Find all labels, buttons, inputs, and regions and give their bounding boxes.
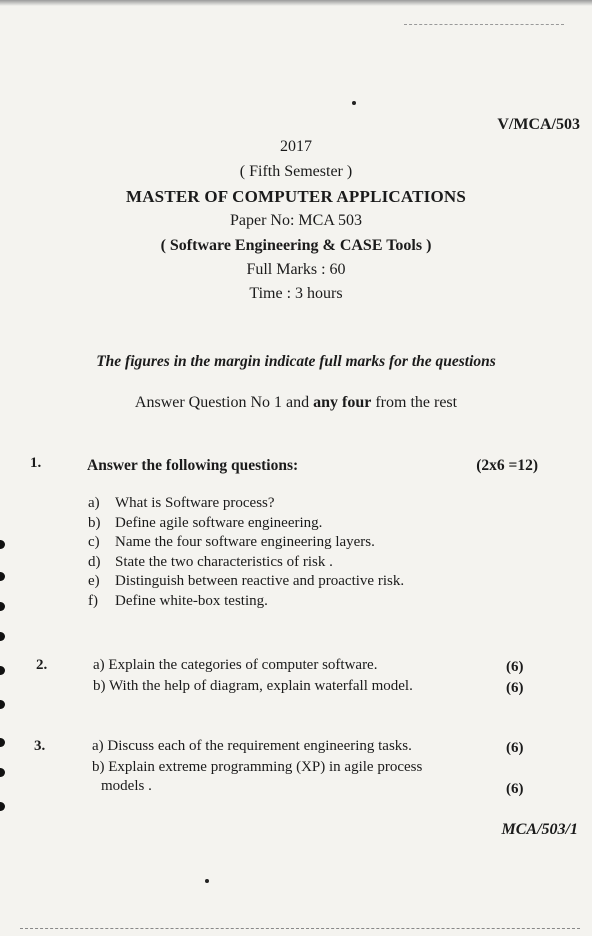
binding-hole-mark bbox=[0, 572, 5, 581]
answer-instruction: Answer Question No 1 and any four from t… bbox=[0, 394, 592, 412]
scan-speck bbox=[205, 879, 209, 883]
list-item: d) State the two characteristics of risk … bbox=[88, 553, 404, 573]
binding-hole-mark bbox=[0, 802, 5, 811]
binding-hole-mark bbox=[0, 700, 5, 709]
sub-question-label: b) bbox=[88, 514, 101, 531]
list-item: a) What is Software process? bbox=[88, 494, 404, 514]
binding-hole-mark bbox=[0, 738, 5, 747]
list-item: e) Distinguish between reactive and proac… bbox=[88, 572, 404, 592]
sub-question-text: Distinguish between reactive and proacti… bbox=[115, 573, 405, 590]
sub-question-label: c) bbox=[88, 534, 100, 551]
exam-year: 2017 bbox=[280, 138, 312, 155]
sub-question-label: d) bbox=[88, 553, 101, 570]
semester: ( Fifth Semester ) bbox=[239, 163, 353, 180]
scan-dash-line bbox=[404, 24, 564, 26]
scan-speck bbox=[352, 101, 356, 105]
answer-instruction-emphasis: any four bbox=[313, 394, 372, 411]
question-marks: (2x6 =12) bbox=[476, 457, 538, 474]
sub-question-text: a) Discuss each of the requirement engin… bbox=[92, 738, 412, 754]
time-allowed: Time : 3 hours bbox=[249, 285, 343, 302]
sub-question-marks: (6) bbox=[506, 781, 524, 797]
question-number: 1. bbox=[30, 455, 42, 471]
paper-code: V/MCA/503 bbox=[497, 116, 580, 133]
sub-question-marks: (6) bbox=[506, 740, 524, 756]
full-marks: Full Marks : 60 bbox=[246, 261, 346, 278]
sub-question-label: a) bbox=[88, 495, 100, 511]
sub-question-marks: (6) bbox=[506, 659, 524, 675]
list-item: c) Name the four software engineering lay… bbox=[88, 533, 404, 553]
binding-hole-mark bbox=[0, 768, 5, 777]
sub-question-text: Name the four software engineering layer… bbox=[115, 534, 375, 551]
subject-title: ( Software Engineering & CASE Tools ) bbox=[160, 237, 432, 254]
answer-instruction-prefix: Answer Question No 1 and bbox=[134, 394, 314, 411]
binding-hole-mark bbox=[0, 666, 5, 675]
sub-question-text: models . bbox=[101, 778, 152, 794]
binding-hole-mark bbox=[0, 540, 5, 549]
sub-question-text: What is Software process? bbox=[115, 495, 275, 511]
question-number: 2. bbox=[36, 657, 48, 673]
binding-hole-mark bbox=[0, 602, 5, 611]
program-title: MASTER OF COMPUTER APPLICATIONS bbox=[125, 187, 467, 206]
question-number: 3. bbox=[34, 738, 46, 754]
sub-question-text: b) With the help of diagram, explain wat… bbox=[93, 678, 413, 694]
margin-instruction: The figures in the margin indicate full … bbox=[96, 353, 496, 370]
sub-question-text: Define agile software engineering. bbox=[115, 514, 323, 531]
answer-instruction-suffix: from the rest bbox=[371, 394, 458, 411]
page-footer-code: MCA/503/1 bbox=[501, 821, 578, 838]
sub-question-label: e) bbox=[88, 573, 100, 590]
question-heading: Answer the following questions: bbox=[87, 457, 299, 474]
sub-question-label: f) bbox=[88, 592, 98, 609]
paper-number: Paper No: MCA 503 bbox=[230, 212, 362, 229]
list-item: f) Define white-box testing. bbox=[88, 592, 404, 612]
sub-question-text: a) Explain the categories of computer so… bbox=[93, 657, 378, 673]
scan-dash-line bbox=[20, 928, 580, 930]
scan-edge-shadow bbox=[0, 0, 592, 6]
binding-hole-mark bbox=[0, 632, 5, 641]
list-item: b) Define agile software engineering. bbox=[88, 514, 404, 534]
exam-paper-page: V/MCA/503 2017 ( Fifth Semester ) MASTER… bbox=[0, 0, 592, 936]
sub-question-text: Define white-box testing. bbox=[115, 592, 268, 609]
sub-question-text: b) Explain extreme programming (XP) in a… bbox=[92, 759, 423, 775]
sub-question-text: State the two characteristics of risk . bbox=[115, 553, 333, 570]
sub-question-list: a) What is Software process? b) Define agi… bbox=[88, 494, 404, 612]
sub-question-marks: (6) bbox=[506, 680, 524, 696]
